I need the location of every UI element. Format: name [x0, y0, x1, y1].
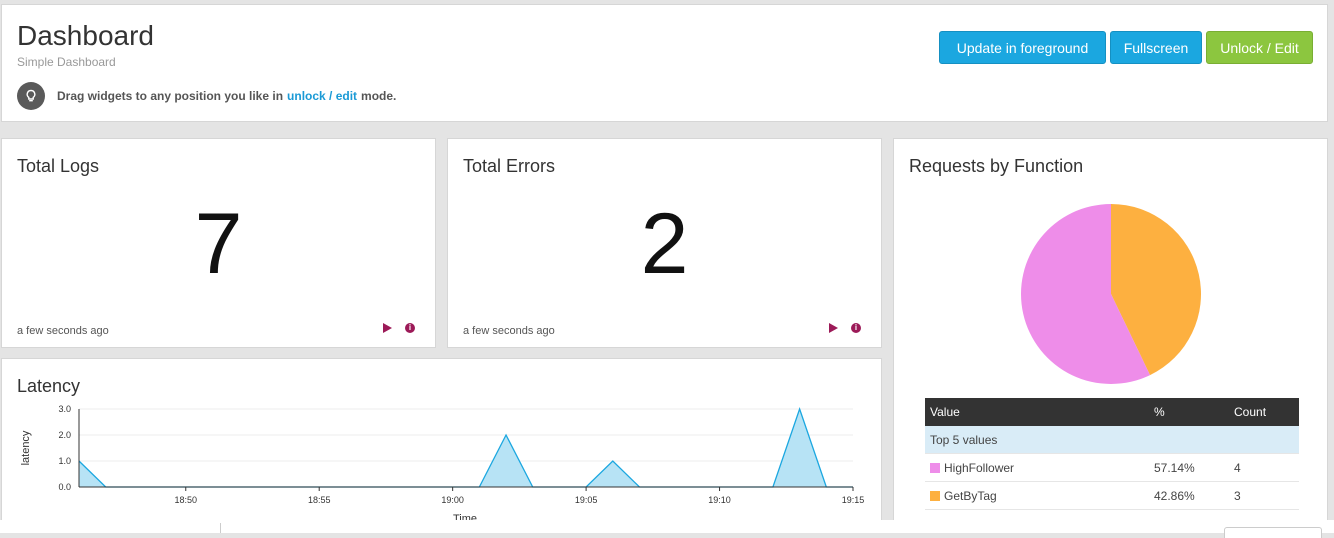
widget-title: Total Logs — [17, 156, 100, 176]
total-errors-value: 2 — [640, 196, 689, 292]
hint-suffix: mode. — [361, 89, 397, 103]
legend-swatch — [930, 462, 940, 473]
column-header-count: Count — [1229, 398, 1299, 426]
x-tick-label: 19:05 — [575, 495, 598, 505]
drag-hint: Drag widgets to any position you like in… — [17, 82, 396, 110]
latency-series-line — [78, 406, 853, 488]
widget-title: Total Errors — [463, 156, 556, 176]
total-logs-value: 7 — [194, 196, 243, 292]
hint-text: Drag widgets to any position you like in — [57, 89, 284, 103]
info-icon[interactable]: i — [851, 323, 861, 333]
x-tick-label: 19:00 — [441, 495, 464, 505]
value-label: GetByTag — [944, 488, 997, 503]
total-logs-widget: Total Logs 7 a few seconds ago i — [1, 138, 436, 348]
play-icon[interactable] — [383, 323, 392, 333]
y-tick-label: 1.0 — [58, 456, 71, 466]
play-icon[interactable] — [829, 323, 838, 333]
footer-divider — [220, 523, 221, 533]
x-tick-label: 18:50 — [174, 495, 197, 505]
requests-by-function-widget: Requests by Function Value % Count Top 5… — [893, 138, 1328, 533]
percent-cell: 42.86% — [1149, 481, 1229, 510]
unlock-edit-link[interactable]: unlock / edit — [287, 89, 357, 103]
latency-widget: Latency 0.0 1.0 2.0 3.0 18:50 18:55 19:00 19:05… — [1, 358, 882, 533]
value-cell: GetByTag — [925, 481, 1149, 510]
x-tick-label: 19:10 — [708, 495, 731, 505]
requests-table: Value % Count Top 5 values HighFollower … — [925, 398, 1299, 510]
table-header-row: Value % Count — [925, 398, 1299, 426]
update-in-foreground-button[interactable]: Update in foreground — [939, 31, 1106, 64]
y-tick-label: 0.0 — [58, 482, 71, 492]
percent-cell: 57.14% — [1149, 453, 1229, 482]
top-values-label: Top 5 values — [925, 426, 1299, 454]
column-header-percent: % — [1149, 398, 1229, 426]
column-header-value: Value — [925, 398, 1149, 426]
latency-chart: 0.0 1.0 2.0 3.0 18:50 18:55 19:00 19:05 19:10 19:… — [20, 404, 865, 525]
widget-timestamp: a few seconds ago — [17, 325, 109, 337]
y-axis-label: latency — [20, 430, 32, 465]
value-cell: HighFollower — [925, 453, 1149, 482]
x-tick-label: 19:15 — [842, 495, 865, 505]
y-tick-label: 2.0 — [58, 430, 71, 440]
footer-strip — [0, 520, 1334, 533]
requests-pie-chart — [1021, 204, 1201, 384]
count-cell: 3 — [1229, 481, 1299, 510]
total-errors-widget: Total Errors 2 a few seconds ago i — [447, 138, 882, 348]
latency-area — [79, 409, 853, 487]
top-values-row: Top 5 values — [925, 426, 1299, 454]
header-panel: Dashboard Simple Dashboard Drag widgets … — [1, 4, 1328, 122]
lightbulb-icon — [17, 82, 45, 110]
fullscreen-button[interactable]: Fullscreen — [1110, 31, 1202, 64]
table-row[interactable]: HighFollower 57.14% 4 — [925, 453, 1299, 482]
y-tick-label: 3.0 — [58, 404, 71, 414]
page-subtitle: Simple Dashboard — [17, 55, 116, 69]
table-row[interactable]: GetByTag 42.86% 3 — [925, 481, 1299, 510]
value-label: HighFollower — [944, 460, 1015, 475]
count-cell: 4 — [1229, 453, 1299, 482]
legend-swatch — [930, 490, 940, 501]
page-title: Dashboard — [17, 20, 154, 51]
widget-timestamp: a few seconds ago — [463, 325, 555, 337]
unlock-edit-button[interactable]: Unlock / Edit — [1206, 31, 1313, 64]
x-tick-label: 18:55 — [308, 495, 331, 505]
info-icon[interactable]: i — [405, 323, 415, 333]
